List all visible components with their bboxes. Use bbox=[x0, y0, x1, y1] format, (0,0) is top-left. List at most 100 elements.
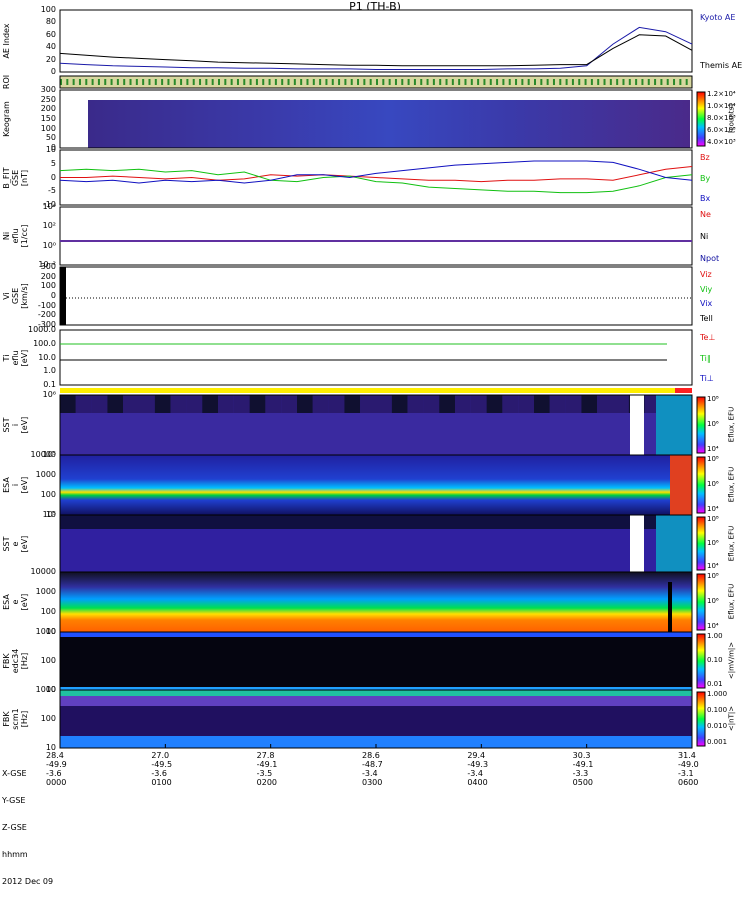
sst-ion-cell bbox=[470, 395, 487, 413]
footer-ygse-label: Y-GSE bbox=[2, 796, 26, 805]
roi-mark bbox=[578, 79, 581, 85]
fbk_b-colorbar-label: <|nT|> bbox=[727, 705, 736, 732]
sst_ion-ylabel: SST i [eV] bbox=[2, 416, 29, 434]
sst-ion-cell bbox=[281, 395, 297, 413]
velocity-ytick: 100 bbox=[40, 281, 56, 291]
fbk_b-colorbar-tick: 0.001 bbox=[707, 738, 728, 746]
sst-ion-cell bbox=[186, 395, 203, 413]
esa_e-ytick: 1000 bbox=[35, 587, 56, 596]
esa-ion-end bbox=[670, 455, 692, 515]
sst-ion-cell bbox=[233, 395, 250, 413]
keogram-colorbar-label: [counts] bbox=[727, 104, 736, 133]
roi-mark bbox=[173, 79, 176, 85]
roi-mark bbox=[407, 79, 410, 85]
esa_ion-colorbar-tick: 10⁶ bbox=[707, 480, 719, 488]
keogram-ytick: 200 bbox=[40, 104, 56, 114]
fbk-e-top-band bbox=[60, 632, 692, 637]
keogram-image bbox=[88, 100, 690, 148]
esa_ion-colorbar-tick: 10⁸ bbox=[707, 455, 719, 463]
sst-ion-cell bbox=[107, 395, 124, 413]
roi-mark bbox=[439, 79, 442, 85]
sst-ion-cell bbox=[549, 395, 566, 413]
sst-ion-cell bbox=[391, 395, 408, 413]
sst-ion-active bbox=[656, 395, 692, 455]
density-legend-0: Ne bbox=[700, 210, 711, 219]
roi-mark bbox=[616, 79, 619, 85]
keogram-colorbar-tick: 1.2×10⁴ bbox=[707, 90, 736, 98]
sst_e-colorbar-tick: 10⁴ bbox=[707, 562, 719, 570]
sst_e-ylabel: SST e [eV] bbox=[2, 535, 29, 552]
sst-ion-cell bbox=[423, 395, 440, 413]
sst-ion-cell bbox=[486, 395, 503, 413]
roi-mark bbox=[508, 79, 511, 85]
roi-mark bbox=[249, 79, 252, 85]
ae-ytick: 40 bbox=[45, 42, 56, 52]
esa_e-colorbar-tick: 10⁸ bbox=[707, 572, 719, 580]
footer-column: 27.0 -49.5 -3.6 0100 bbox=[151, 751, 173, 787]
sst-ion-cell bbox=[518, 395, 534, 413]
sst_ion-colorbar-tick: 10⁶ bbox=[707, 420, 719, 428]
footer-xgse-label: X-GSE bbox=[2, 769, 27, 778]
roi-mark bbox=[597, 79, 600, 85]
bfield-legend-0: Bz bbox=[700, 153, 710, 162]
density-legend-2: Npot bbox=[700, 254, 720, 263]
esa_e-ylabel: ESA e [eV] bbox=[2, 593, 29, 611]
roi-mark bbox=[413, 79, 416, 85]
esa_ion-colorbar-label: Eflux, EFU bbox=[727, 466, 736, 503]
roi-mark bbox=[394, 79, 397, 85]
roi-mark bbox=[685, 79, 688, 85]
summary-plot bbox=[59, 9, 706, 749]
fbk-b-band bbox=[60, 696, 692, 706]
roi-mark bbox=[325, 79, 328, 85]
roi-mark bbox=[679, 79, 682, 85]
roi-mark bbox=[85, 79, 88, 85]
roi-mark bbox=[331, 79, 334, 85]
sst_e-colorbar-label: Eflux, EFU bbox=[727, 525, 736, 561]
roi-mark bbox=[230, 79, 233, 85]
density-ytick: 10² bbox=[42, 221, 56, 231]
roi-mark bbox=[470, 79, 473, 85]
footer-hhmm-label: hhmm bbox=[2, 850, 28, 859]
roi-mark bbox=[338, 79, 341, 85]
ae-ytick: 60 bbox=[45, 29, 56, 39]
roi-mark bbox=[660, 79, 663, 85]
temp-ytick: 10.0 bbox=[38, 352, 56, 362]
bfield-legend-1: By bbox=[700, 173, 711, 183]
roi-mark bbox=[382, 79, 385, 85]
roi-mark bbox=[97, 79, 100, 85]
ae-ytick: 80 bbox=[45, 17, 56, 27]
roi-mark bbox=[451, 79, 454, 85]
roi-mark bbox=[255, 79, 258, 85]
roi-mark bbox=[376, 79, 378, 85]
roi-mark bbox=[161, 79, 164, 85]
roi-mark bbox=[628, 79, 631, 85]
footer-date-label: 2012 Dec 09 bbox=[2, 877, 54, 886]
roi-mark bbox=[540, 79, 543, 85]
roi-mark bbox=[180, 79, 183, 85]
sst-ion-cell bbox=[139, 395, 155, 413]
keogram-ytick: 150 bbox=[40, 114, 56, 123]
keogram-ytick: 250 bbox=[40, 94, 56, 104]
colorbars-layer bbox=[696, 91, 706, 747]
roi-mark bbox=[489, 79, 492, 85]
temp-panel-bg bbox=[60, 330, 692, 385]
roi-mark bbox=[464, 79, 467, 85]
roi-mark bbox=[363, 79, 366, 85]
roi-mark bbox=[559, 79, 562, 85]
sst-ion-cell bbox=[297, 395, 313, 413]
velocity-ytick: 300 bbox=[40, 262, 56, 271]
density-legend-1: Ni bbox=[700, 232, 709, 241]
sst_ion-colorbar-tick: 10⁸ bbox=[707, 395, 719, 403]
sst-e-top bbox=[60, 515, 692, 529]
roi-mark bbox=[552, 79, 555, 85]
roi-mark bbox=[534, 79, 536, 85]
roi-mark bbox=[72, 79, 75, 85]
sst-e-gap bbox=[630, 515, 644, 572]
roi-mark bbox=[293, 79, 296, 85]
roi-mark bbox=[205, 79, 208, 85]
roi-mark bbox=[319, 79, 322, 85]
roi-mark bbox=[401, 79, 404, 85]
roi-mark bbox=[571, 79, 574, 85]
velocity-legend-1: Viy bbox=[700, 284, 713, 294]
temp-ytick: 100.0 bbox=[33, 338, 56, 348]
